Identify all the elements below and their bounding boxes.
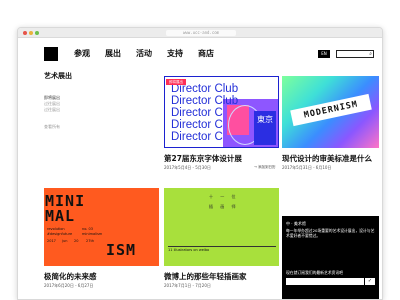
status-badge: 即将展出: [166, 79, 186, 85]
minimize-window-dot[interactable]: [29, 31, 33, 35]
art-small-text: minimalism: [82, 232, 103, 236]
card-title[interactable]: 极简化的未来感: [44, 271, 97, 282]
art-text-line: 插 画 师: [209, 204, 239, 209]
art-vertical-text: 十 一 位 插 画 师: [209, 194, 239, 210]
page-content: 参观 展出 活动 支持 商店 EN ⌕ 艺术展出 即将展出 过往展出 过往展出 …: [18, 38, 382, 299]
nav-item-events[interactable]: 活动: [136, 49, 152, 59]
email-field[interactable]: [286, 278, 364, 285]
search-icon[interactable]: ⌕: [369, 51, 372, 57]
card-date: 2017年5月4日 - 5月30日: [164, 165, 211, 170]
browser-toolbar: www.ucc-and.com: [18, 28, 382, 38]
art-text-line: MAL: [45, 207, 76, 225]
nav-item-exhibitions[interactable]: 展出: [105, 49, 121, 59]
newsletter-panel: 中 · 美术馆 每一年举办超过20场重要的艺术设计展出，设计与艺术爱好者不要错过…: [282, 216, 379, 299]
card-date: 2017年7月1日 - 7月20日: [164, 283, 211, 288]
art-small-text: #designfuture: [47, 232, 73, 236]
newsletter-prompt: 现在就订阅我们的最新艺术资讯吧: [286, 270, 343, 275]
art-caption: 11 illustrators on weibo: [168, 248, 210, 252]
search-input[interactable]: ⌕: [336, 50, 374, 58]
art-small-text: jun: [62, 239, 68, 243]
card-title[interactable]: 第27届东京字体设计展: [164, 153, 242, 164]
card-date: 2017年6月20日 - 6月27日: [44, 283, 94, 288]
card-image[interactable]: MODERNISM: [282, 76, 379, 148]
exhibition-card-illustrators[interactable]: 十 一 位 插 画 师 11 illustrators on weibo 微博上…: [164, 188, 279, 288]
art-text-line: Director C: [171, 131, 223, 143]
exhibition-card-minimalism[interactable]: MINI MAL ISM revolution #designfuture no…: [44, 188, 159, 288]
sidebar-menu: 即将展出 过往展出 过往展出: [44, 95, 60, 113]
nav-item-shop[interactable]: 商店: [198, 49, 214, 59]
nav-item-visit[interactable]: 参观: [74, 49, 90, 59]
modernism-banner: MODERNISM: [290, 93, 372, 127]
language-toggle[interactable]: EN: [318, 50, 330, 58]
card-title[interactable]: 微博上的那些年轻插画家: [164, 271, 247, 282]
art-text-line: Director Club: [171, 95, 239, 107]
close-window-dot[interactable]: [23, 31, 27, 35]
art-text-line: Director C: [171, 119, 223, 131]
card-title[interactable]: 现代设计的审美标准是什么: [282, 153, 372, 164]
exhibition-card-modernism[interactable]: MODERNISM 现代设计的审美标准是什么 2017年5月31日 - 6月10…: [282, 76, 379, 176]
art-text-line: ISM: [106, 241, 137, 259]
exhibition-card-tokyo[interactable]: Director Club Director Club Director C D…: [164, 76, 279, 176]
art-text-line: Director C: [171, 107, 223, 119]
newsletter-body: 每一年举办超过20场重要的艺术设计展出，设计与艺术爱好者不要错过。: [286, 228, 375, 238]
art-small-text: 27th: [86, 239, 95, 243]
divider: [168, 246, 276, 247]
site-logo[interactable]: [44, 47, 58, 61]
maximize-window-dot[interactable]: [35, 31, 39, 35]
sidebar-title: 艺术展出: [44, 72, 72, 80]
main-nav: 参观 展出 活动 支持 商店: [74, 49, 214, 59]
art-small-text: 2017: [47, 239, 56, 243]
address-bar[interactable]: www.ucc-and.com: [166, 30, 236, 36]
sidebar-view-all[interactable]: 查看所有: [44, 124, 60, 130]
browser-window: www.ucc-and.com 参观 展出 活动 支持 商店 EN ⌕ 艺术展出…: [17, 27, 383, 300]
add-to-calendar-link[interactable]: → 添加到日历: [254, 165, 276, 170]
card-image[interactable]: MINI MAL ISM revolution #designfuture no…: [44, 188, 159, 266]
card-image[interactable]: Director Club Director Club Director C D…: [164, 76, 279, 148]
card-image[interactable]: 十 一 位 插 画 师 11 illustrators on weibo: [164, 188, 279, 266]
newsletter-title: 中 · 美术馆: [286, 221, 306, 226]
subscribe-button[interactable]: ✓: [365, 278, 375, 285]
nav-item-support[interactable]: 支持: [167, 49, 183, 59]
sidebar-item-past-2[interactable]: 过往展出: [44, 107, 60, 113]
card-date: 2017年5月31日 - 6月10日: [282, 165, 332, 170]
tokyo-badge: 東京: [254, 111, 276, 145]
art-text-line: 十 一 位: [209, 194, 239, 199]
art-text-line: MINI: [45, 192, 86, 210]
art-small-text: 20: [74, 239, 79, 243]
